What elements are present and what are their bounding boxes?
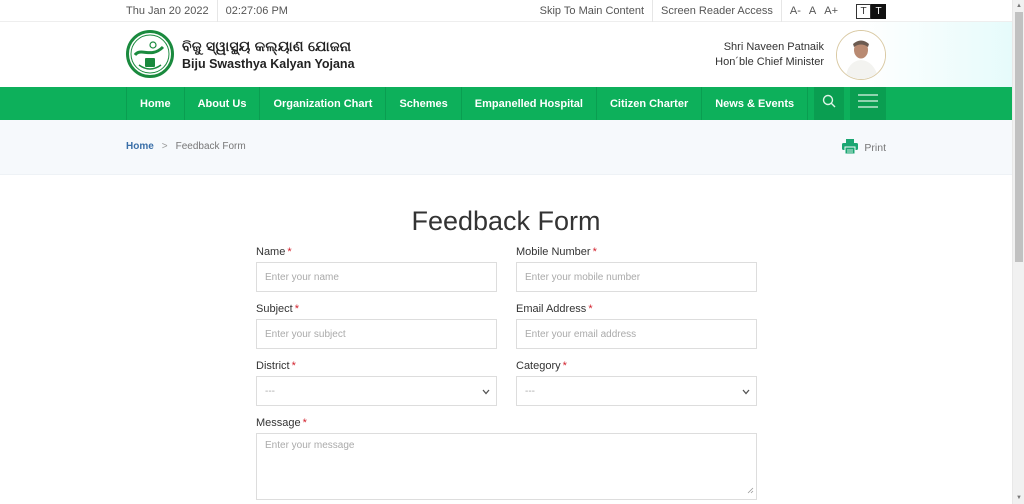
skip-to-main-content-link[interactable]: Skip To Main Content <box>532 0 653 22</box>
message-label: Message * <box>256 417 307 429</box>
message-placeholder: Enter your message <box>265 440 355 451</box>
district-selected-value: --- <box>265 385 275 397</box>
printer-icon <box>842 139 864 157</box>
font-decrease-button[interactable]: A- <box>786 5 805 17</box>
search-button[interactable] <box>814 87 844 120</box>
main-navigation: Home About Us Organization Chart Schemes… <box>0 87 1012 120</box>
print-label: Print <box>864 142 886 154</box>
divider <box>216 0 218 22</box>
bsky-logo-icon <box>126 30 174 78</box>
subject-label: Subject * <box>256 303 299 315</box>
dark-theme-button[interactable]: T <box>871 3 886 19</box>
scrollbar-thumb[interactable] <box>1015 12 1023 262</box>
message-textarea[interactable]: Enter your message <box>256 433 757 500</box>
nav-item-citizen-charter[interactable]: Citizen Charter <box>597 87 703 120</box>
breadcrumb-home-link[interactable]: Home <box>126 141 154 152</box>
current-date: Thu Jan 20 2022 <box>126 5 209 17</box>
nav-item-news-events[interactable]: News & Events <box>702 87 809 120</box>
cm-photo <box>836 30 886 80</box>
category-select[interactable]: --- <box>516 376 757 406</box>
page: Thu Jan 20 2022 02:27:06 PM Skip To Main… <box>0 0 1012 504</box>
district-select[interactable]: --- <box>256 376 497 406</box>
current-time: 02:27:06 PM <box>225 5 288 17</box>
nav-item-schemes[interactable]: Schemes <box>386 87 462 120</box>
email-address-input[interactable]: Enter your email address <box>516 319 757 349</box>
font-increase-button[interactable]: A+ <box>820 5 842 17</box>
site-logo-link[interactable]: ବିଜୁ ସ୍ୱାସ୍ଥ୍ୟ କଲ୍ୟାଣ ଯୋଜନା Biju Swasthy… <box>126 30 355 78</box>
vertical-scrollbar[interactable]: ▲ ▼ <box>1012 0 1024 504</box>
nav-item-about-us[interactable]: About Us <box>185 87 261 120</box>
search-icon <box>822 94 836 113</box>
subject-field-group: Subject * Enter your subject <box>256 303 497 349</box>
email-label: Email Address * <box>516 303 593 315</box>
cm-name: Shri Naveen Patnaik <box>723 41 824 53</box>
scroll-down-arrow-icon[interactable]: ▼ <box>1013 492 1024 504</box>
category-selected-value: --- <box>525 385 535 397</box>
district-label: District * <box>256 360 296 372</box>
cm-designation: Hon´ble Chief Minister <box>715 56 824 68</box>
menu-button[interactable] <box>850 87 886 120</box>
resize-handle-icon[interactable] <box>747 486 754 497</box>
nav-item-organization-chart[interactable]: Organization Chart <box>260 87 387 120</box>
page-title: Feedback Form <box>411 206 601 236</box>
breadcrumb-current: Feedback Form <box>175 141 246 152</box>
breadcrumb: Home > Feedback Form <box>126 141 246 152</box>
font-normal-button[interactable]: A <box>805 5 820 17</box>
nav-item-empanelled-hospital[interactable]: Empanelled Hospital <box>462 87 597 120</box>
district-field-group: District * --- <box>256 360 497 406</box>
light-theme-button[interactable]: T <box>856 3 871 19</box>
chevron-down-icon <box>482 387 490 398</box>
email-field-group: Email Address * Enter your email address <box>516 303 757 349</box>
chief-minister-block: Shri Naveen Patnaik Hon´ble Chief Minist… <box>715 30 886 80</box>
site-header: ବିଜୁ ସ୍ୱାସ୍ଥ୍ୟ କଲ୍ୟାଣ ଯୋଜନା Biju Swasthy… <box>0 22 1012 87</box>
name-input[interactable]: Enter your name <box>256 262 497 292</box>
print-button[interactable]: Print <box>842 139 886 157</box>
nav-item-home[interactable]: Home <box>126 87 185 120</box>
top-utility-bar: Thu Jan 20 2022 02:27:06 PM Skip To Main… <box>0 0 1012 22</box>
name-label: Name * <box>256 246 292 258</box>
mobile-number-input[interactable]: Enter your mobile number <box>516 262 757 292</box>
breadcrumb-bar: Home > Feedback Form Print <box>0 120 1012 175</box>
scroll-up-arrow-icon[interactable]: ▲ <box>1013 0 1024 12</box>
category-field-group: Category * --- <box>516 360 757 406</box>
mobile-field-group: Mobile Number * Enter your mobile number <box>516 246 757 292</box>
chevron-down-icon <box>742 387 750 398</box>
name-field-group: Name * Enter your name <box>256 246 497 292</box>
mobile-label: Mobile Number * <box>516 246 597 258</box>
hamburger-menu-icon <box>858 94 878 113</box>
site-title-english: Biju Swasthya Kalyan Yojana <box>182 56 355 71</box>
breadcrumb-separator: > <box>161 141 168 152</box>
category-label: Category * <box>516 360 567 372</box>
site-title-odia: ବିଜୁ ସ୍ୱାସ୍ଥ୍ୟ କଲ୍ୟାଣ ଯୋଜନା <box>182 37 352 54</box>
screen-reader-access-link[interactable]: Screen Reader Access <box>653 0 782 22</box>
subject-input[interactable]: Enter your subject <box>256 319 497 349</box>
message-field-group: Message * Enter your message <box>256 417 757 500</box>
